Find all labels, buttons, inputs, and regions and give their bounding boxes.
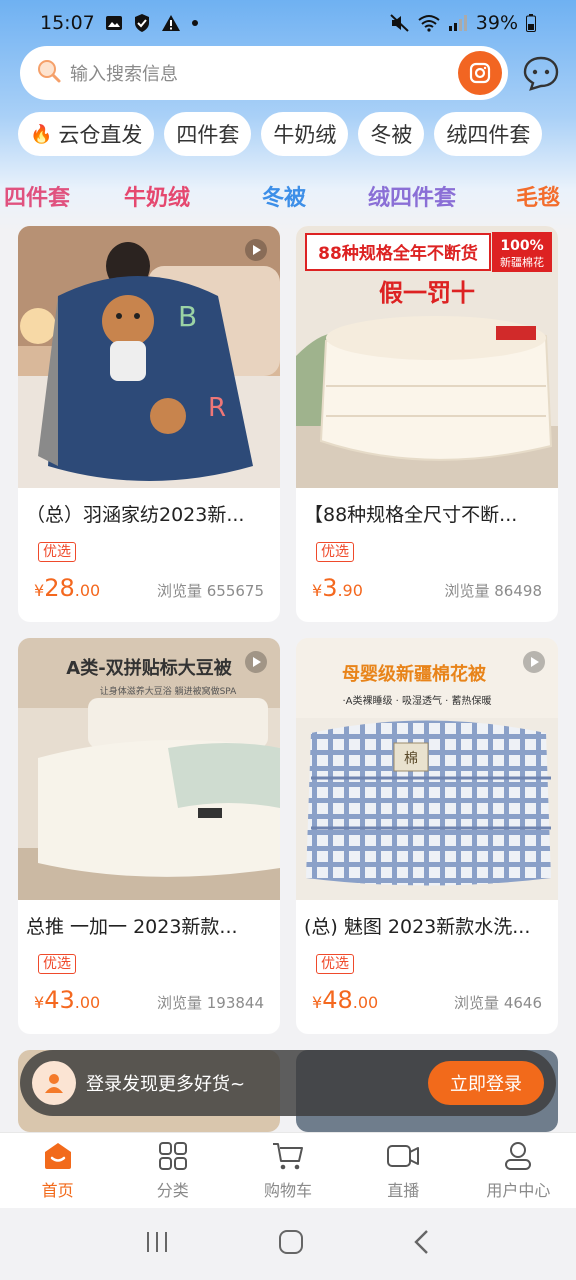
preferred-badge: 优选 — [38, 954, 76, 974]
search-placeholder: 输入搜索信息 — [70, 64, 178, 85]
video-play-icon — [244, 650, 268, 678]
product-image: 88种规格全年不断货 100% 新疆棉花 假一罚十 — [296, 226, 558, 488]
live-icon — [387, 1145, 420, 1167]
chip-niunairong[interactable]: 牛奶绒 — [261, 112, 349, 156]
product-views: 浏览量 193844 — [156, 994, 264, 1012]
tab-label: 分类 — [156, 1181, 189, 1200]
tab-label: 用户中心 — [486, 1181, 551, 1200]
product-title: 【88种规格全尺寸不断... — [304, 504, 518, 526]
banner-item-dongbei[interactable]: 冬被 — [262, 180, 306, 212]
login-prompt-text: 登录发现更多好货~ — [86, 1074, 246, 1095]
svg-text:88种规格全年不断货: 88种规格全年不断货 — [318, 243, 478, 264]
search-row: 输入搜索信息 — [20, 46, 560, 100]
product-price: ¥48.00 — [312, 986, 379, 1014]
product-views: 浏览量 4646 — [454, 994, 542, 1012]
preferred-badge: 优选 — [316, 954, 354, 974]
home-icon — [44, 1143, 71, 1169]
banner-item-rongsijiantao[interactable]: 绒四件套 — [368, 180, 456, 212]
product-price: ¥43.00 — [34, 986, 101, 1014]
back-icon — [414, 1230, 428, 1254]
svg-text:让身体滋养大豆浴 躺进被窝做SPA: 让身体滋养大豆浴 躺进被窝做SPA — [100, 685, 237, 697]
search-input[interactable]: 输入搜索信息 — [20, 46, 508, 100]
product-title: (总) 魅图 2023新款水洗... — [304, 916, 531, 938]
tab-label: 直播 — [387, 1181, 420, 1200]
recents-icon — [147, 1232, 167, 1252]
chip-yuncang[interactable]: 🔥 云仓直发 — [18, 112, 155, 156]
tab-label: 首页 — [41, 1181, 74, 1200]
svg-text:新疆棉花: 新疆棉花 — [500, 255, 544, 269]
camera-scan-button[interactable] — [458, 51, 502, 95]
chat-bubble-icon — [523, 56, 559, 91]
flame-icon: 🔥 — [30, 123, 53, 145]
user-avatar-icon — [45, 1074, 63, 1093]
preferred-badge: 优选 — [38, 542, 76, 562]
svg-text:B: B — [178, 300, 197, 333]
product-image: 棉 母婴级新疆棉花被 ·A类裸睡级 · 吸湿透气 · 蓄热保暖 — [296, 638, 558, 900]
chip-sijiantao[interactable]: 四件套 — [164, 112, 252, 156]
tab-live[interactable]: 直播 — [346, 1133, 461, 1208]
svg-text:·A类裸睡级 · 吸湿透气 · 蓄热保暖: ·A类裸睡级 · 吸湿透气 · 蓄热保暖 — [342, 694, 491, 707]
banner-item-maotan[interactable]: 毛毯 — [516, 180, 560, 212]
video-play-icon — [244, 238, 268, 266]
product-card[interactable]: 棉 母婴级新疆棉花被 ·A类裸睡级 · 吸湿透气 · 蓄热保暖 (总) 魅图 2… — [296, 638, 558, 1034]
product-image: A类-双拼贴标大豆被 让身体滋养大豆浴 躺进被窝做SPA — [18, 638, 280, 900]
cart-icon — [273, 1143, 303, 1170]
svg-text:棉: 棉 — [404, 750, 418, 767]
svg-text:R: R — [208, 393, 226, 423]
product-title: （总）羽涵家纺2023新... — [26, 504, 245, 526]
category-icon — [158, 1142, 187, 1170]
user-icon — [505, 1142, 532, 1170]
status-bar: 15:07 39% — [0, 0, 576, 46]
product-title: 总推 一加一 2023新款... — [26, 916, 238, 938]
customer-service-button[interactable] — [522, 54, 560, 92]
tab-label: 购物车 — [264, 1181, 313, 1200]
avatar — [32, 1061, 76, 1105]
tab-cart[interactable]: 购物车 — [230, 1133, 345, 1208]
dot-icon — [191, 19, 199, 27]
product-image: B R — [18, 226, 280, 488]
back-button[interactable] — [412, 1229, 432, 1259]
category-chips: 🔥 云仓直发 四件套 牛奶绒 冬被 绒四件套 — [18, 112, 543, 158]
video-play-icon — [522, 650, 546, 678]
mute-icon — [390, 14, 410, 32]
status-time: 15:07 — [40, 12, 95, 34]
preferred-badge: 优选 — [316, 542, 354, 562]
chip-dongbei[interactable]: 冬被 — [358, 112, 425, 156]
banner-item-sijiantao[interactable]: 四件套 — [4, 180, 70, 212]
tab-category[interactable]: 分类 — [115, 1133, 230, 1208]
gallery-icon — [105, 14, 123, 32]
product-card[interactable]: 88种规格全年不断货 100% 新疆棉花 假一罚十 【88种规格全尺寸不断...… — [296, 226, 558, 622]
svg-text:母婴级新疆棉花被: 母婴级新疆棉花被 — [342, 663, 487, 685]
product-views: 浏览量 86498 — [444, 582, 543, 600]
chip-rongsijiantao[interactable]: 绒四件套 — [434, 112, 543, 156]
product-price: ¥28.00 — [34, 574, 101, 602]
banner-item-niunairong[interactable]: 牛奶绒 — [124, 180, 190, 212]
system-nav-bar — [0, 1208, 576, 1280]
camera-icon — [469, 62, 491, 84]
svg-text:假一罚十: 假一罚十 — [379, 279, 475, 307]
shield-icon — [133, 13, 151, 33]
search-icon — [36, 58, 62, 88]
svg-text:100%: 100% — [500, 238, 543, 254]
login-prompt-bar: 登录发现更多好货~ 立即登录 — [20, 1050, 556, 1116]
bottom-tab-bar: 首页 分类 购物车 直播 用户中心 — [0, 1132, 576, 1208]
home-button[interactable] — [278, 1229, 304, 1259]
product-card[interactable]: B R （总）羽涵家纺2023新... 优选 ¥28.00 浏览量 655675 — [18, 226, 280, 622]
product-card[interactable]: A类-双拼贴标大豆被 让身体滋养大豆浴 躺进被窝做SPA 总推 一加一 2023… — [18, 638, 280, 1034]
battery-text: 39% — [475, 12, 518, 34]
battery-icon — [526, 14, 536, 32]
home-circle-icon — [279, 1230, 303, 1254]
product-price: ¥3.90 — [312, 574, 363, 602]
product-views: 浏览量 655675 — [156, 582, 264, 600]
recent-apps-button[interactable] — [144, 1230, 170, 1258]
category-banner: 四件套 牛奶绒 冬被 绒四件套 毛毯 — [0, 172, 576, 220]
login-button[interactable]: 立即登录 — [428, 1061, 544, 1105]
warning-icon — [161, 14, 181, 32]
tab-user-center[interactable]: 用户中心 — [461, 1133, 576, 1208]
tab-home[interactable]: 首页 — [0, 1133, 115, 1208]
signal-icon — [448, 14, 468, 32]
wifi-icon — [418, 14, 440, 32]
svg-text:A类-双拼贴标大豆被: A类-双拼贴标大豆被 — [66, 657, 232, 679]
